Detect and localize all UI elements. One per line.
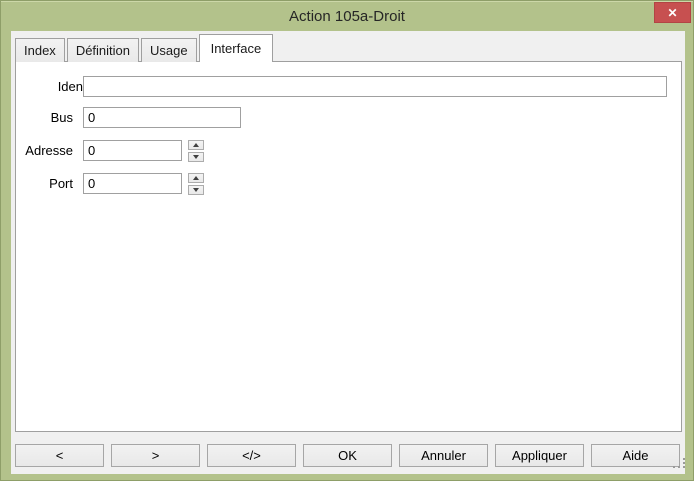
port-spin-up-button[interactable] (188, 173, 204, 183)
code-view-button[interactable]: </> (207, 444, 296, 467)
arrow-down-icon (193, 155, 199, 159)
close-icon: ✕ (667, 7, 677, 19)
tab-panel-interface: Iden Bus Adresse Port (15, 61, 682, 432)
tab-definition[interactable]: Définition (67, 38, 139, 62)
arrow-up-icon (193, 176, 199, 180)
apply-button[interactable]: Appliquer (495, 444, 584, 467)
port-spinner (188, 173, 204, 195)
previous-button[interactable]: < (15, 444, 104, 467)
field-label-adresse: Adresse (23, 140, 73, 161)
field-label-port: Port (23, 173, 73, 194)
titlebar[interactable]: Action 105a-Droit ✕ (1, 1, 693, 31)
adresse-spinner (188, 140, 204, 162)
iden-input[interactable] (83, 76, 667, 97)
button-bar: < > </> OK Annuler Appliquer Aide (15, 444, 680, 467)
bus-input[interactable] (83, 107, 241, 128)
window-title: Action 105a-Droit (1, 1, 693, 31)
ok-button[interactable]: OK (303, 444, 392, 467)
cancel-button[interactable]: Annuler (399, 444, 488, 467)
arrow-down-icon (193, 188, 199, 192)
port-spin-down-button[interactable] (188, 185, 204, 195)
close-button[interactable]: ✕ (654, 2, 691, 23)
resize-grip[interactable] (672, 458, 686, 470)
adresse-input[interactable] (83, 140, 182, 161)
adresse-spin-up-button[interactable] (188, 140, 204, 150)
tab-bar: Index Définition Usage Interface (15, 34, 275, 62)
adresse-spin-down-button[interactable] (188, 152, 204, 162)
tab-interface[interactable]: Interface (199, 34, 274, 62)
next-button[interactable]: > (111, 444, 200, 467)
tab-usage[interactable]: Usage (141, 38, 197, 62)
dialog-window: Action 105a-Droit ✕ Index Définition Usa… (0, 0, 694, 481)
field-label-bus: Bus (23, 107, 73, 128)
dialog-client-area: Index Définition Usage Interface Iden Bu… (11, 31, 685, 474)
field-label-iden: Iden (33, 76, 83, 97)
help-button[interactable]: Aide (591, 444, 680, 467)
tab-index[interactable]: Index (15, 38, 65, 62)
port-input[interactable] (83, 173, 182, 194)
arrow-up-icon (193, 143, 199, 147)
